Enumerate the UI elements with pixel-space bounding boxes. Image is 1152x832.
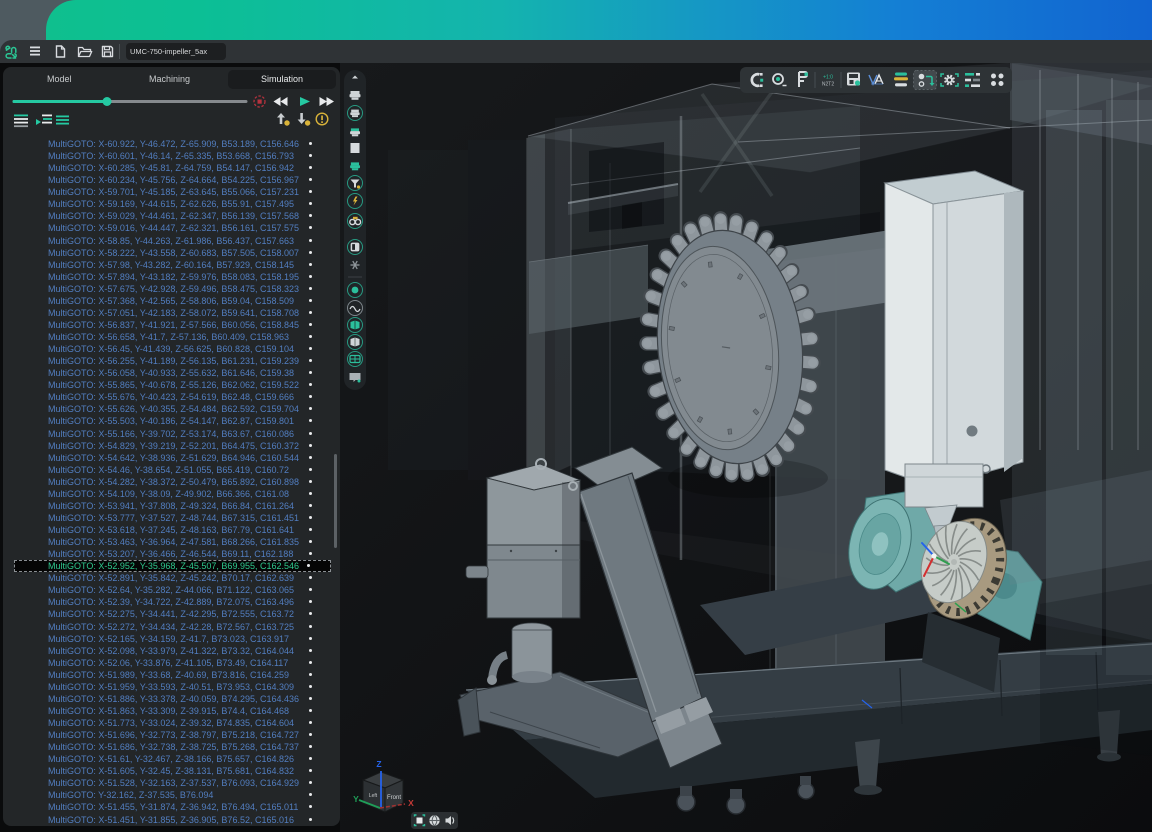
svg-text:Left: Left <box>369 793 378 799</box>
svg-text:N2T2: N2T2 <box>822 82 834 88</box>
svg-text:Z: Z <box>376 759 381 769</box>
svg-text:Front: Front <box>387 795 401 801</box>
svg-text:+1:0: +1:0 <box>823 74 833 80</box>
svg-text:Y: Y <box>353 794 359 804</box>
svg-text:X: X <box>408 798 414 808</box>
